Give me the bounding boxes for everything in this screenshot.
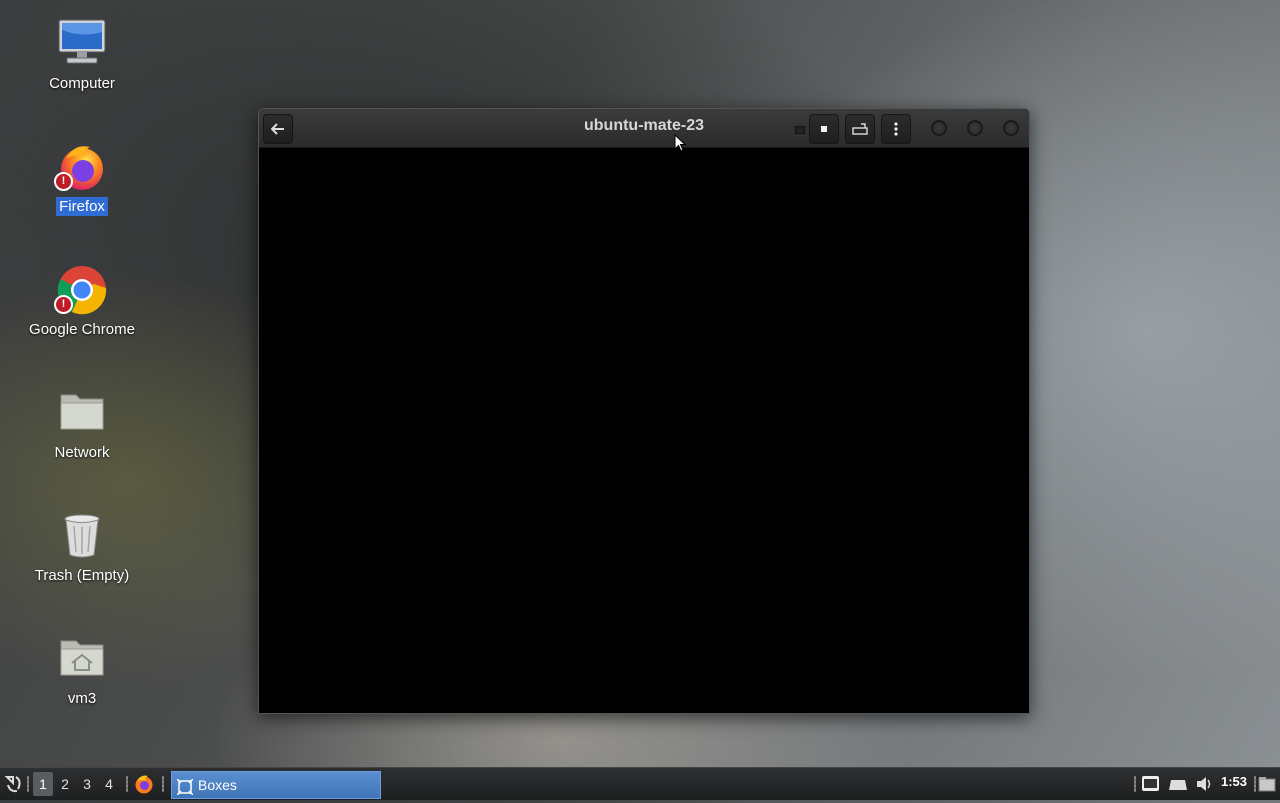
stop-button[interactable] xyxy=(809,114,839,144)
kebab-menu-icon xyxy=(894,122,898,136)
workspace-4[interactable]: 4 xyxy=(99,772,119,796)
firefox-icon: ! xyxy=(54,141,108,193)
desktop-icon-chrome[interactable]: ! Google Chrome xyxy=(10,264,154,339)
desktop-icon-label: Computer xyxy=(49,75,115,92)
window-titlebar[interactable]: ubuntu-mate-23 xyxy=(259,109,1029,148)
clock[interactable]: 1:53 xyxy=(1221,774,1247,789)
desktop-icon-label: Trash (Empty) xyxy=(34,567,130,584)
lxqt-menu-icon xyxy=(4,776,21,793)
send-keys-button[interactable] xyxy=(845,114,875,144)
boxes-app-icon xyxy=(176,777,194,796)
desktop-icon-label: vm3 xyxy=(67,690,97,707)
task-boxes[interactable]: Boxes xyxy=(171,771,381,799)
mouse-pointer-icon xyxy=(674,134,686,152)
desktop-icon-firefox[interactable]: ! Firefox xyxy=(10,141,154,216)
taskbar-separator xyxy=(1254,776,1256,792)
menu-button[interactable] xyxy=(881,114,911,144)
show-desktop-icon[interactable] xyxy=(1258,776,1276,792)
desktop-icon-home[interactable]: vm3 xyxy=(10,633,154,708)
close-button[interactable] xyxy=(1003,120,1019,136)
desktop-icon-label: Network xyxy=(54,444,110,461)
vm-display[interactable] xyxy=(259,148,1029,713)
workspace-1[interactable]: 1 xyxy=(33,772,53,796)
taskbar-separator xyxy=(27,776,29,792)
computer-icon xyxy=(56,18,108,70)
firefox-icon xyxy=(135,775,153,794)
volume-icon[interactable] xyxy=(1195,775,1213,793)
desktop-icon-label: Google Chrome xyxy=(29,321,135,338)
folder-icon xyxy=(56,387,108,439)
taskbar-separator xyxy=(126,776,128,792)
desktop-icon-label: Firefox xyxy=(56,197,108,216)
desktop-icon-network[interactable]: Network xyxy=(10,387,154,462)
workspace-2[interactable]: 2 xyxy=(55,772,75,796)
minimize-button[interactable] xyxy=(931,120,947,136)
desktop-icon-trash[interactable]: Trash (Empty) xyxy=(10,510,154,585)
window-title: ubuntu-mate-23 xyxy=(584,117,704,134)
keyboard-layout-icon[interactable] xyxy=(1141,775,1160,792)
taskbar-separator xyxy=(162,776,164,792)
main-menu-button[interactable] xyxy=(4,773,24,795)
task-label: Boxes xyxy=(198,777,237,793)
maximize-button[interactable] xyxy=(967,120,983,136)
taskbar: 1 2 3 4 Boxes 1:53 xyxy=(0,767,1280,800)
warning-badge-icon: ! xyxy=(54,295,73,314)
warning-badge-icon: ! xyxy=(54,172,73,191)
boxes-window: ubuntu-mate-23 xyxy=(258,108,1030,714)
quicklaunch-firefox[interactable] xyxy=(134,774,154,794)
workspace-3[interactable]: 3 xyxy=(77,772,97,796)
chrome-icon: ! xyxy=(54,264,108,316)
desktop-icon-computer[interactable]: Computer xyxy=(10,18,154,93)
taskbar-separator xyxy=(1134,776,1136,792)
keyboard-indicator-icon xyxy=(795,126,805,134)
network-icon[interactable] xyxy=(1168,777,1188,791)
home-folder-icon xyxy=(56,633,108,685)
trash-icon xyxy=(56,510,108,562)
stop-icon xyxy=(821,126,827,132)
keyboard-icon xyxy=(852,123,868,135)
